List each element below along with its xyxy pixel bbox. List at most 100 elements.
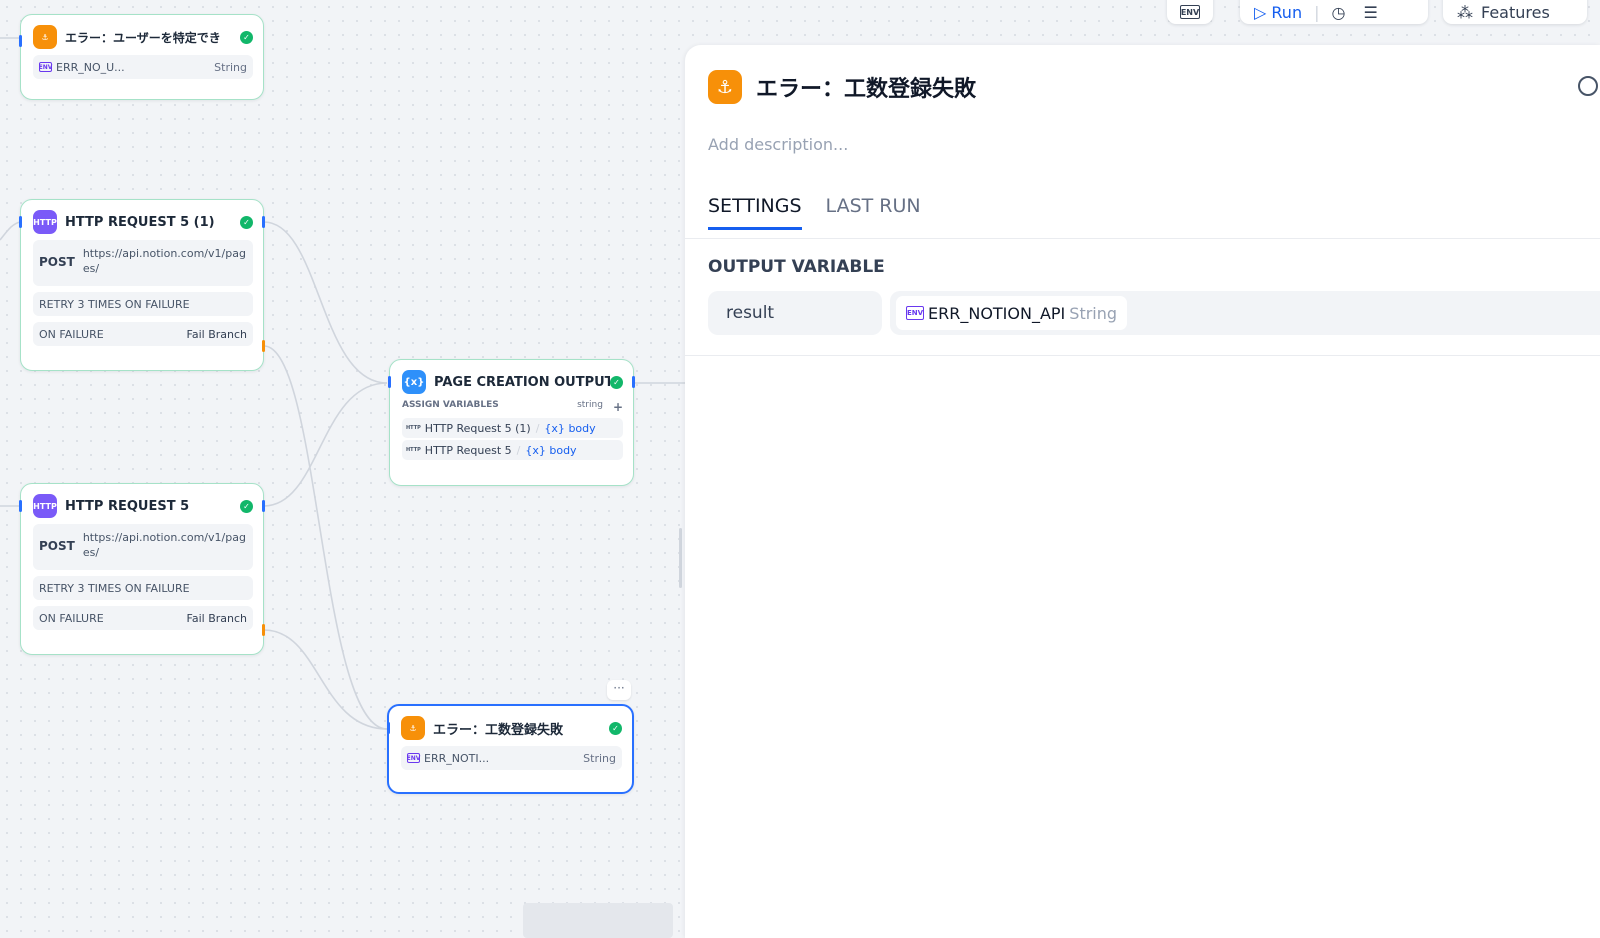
check-circle-icon: ✓ <box>240 30 253 44</box>
env-button[interactable]: ENV <box>1167 0 1213 24</box>
node-title: エラー：ユーザーを特定でき <box>65 30 221 45</box>
assign-item: HTTP HTTP Request 5 (1) / {x} body <box>402 418 623 438</box>
features-icon: ⁂ <box>1457 2 1473 22</box>
env-icon: ENV <box>406 753 421 763</box>
edge-http1-to-output <box>263 221 388 384</box>
http-method: POST <box>39 255 75 269</box>
node-settings-panel: ⚓ エラー：工数登録失敗 Add description... SETTINGS… <box>685 45 1600 938</box>
add-variable-button[interactable]: + <box>613 400 623 414</box>
http-node-icon: HTTP <box>406 447 421 453</box>
http-node-request-5-1[interactable]: HTTP HTTP REQUEST 5 (1) ✓ POST https://a… <box>19 199 265 371</box>
failure-value: Fail Branch <box>186 611 247 625</box>
check-circle-icon: ✓ <box>240 215 253 229</box>
input-port[interactable] <box>19 500 22 512</box>
output-port[interactable] <box>632 376 635 388</box>
env-icon: ENV <box>1179 5 1201 19</box>
run-button[interactable]: ▷ Run <box>1254 3 1302 22</box>
node-title: PAGE CREATION OUTPUT <box>434 374 610 390</box>
variable-type: String <box>1069 303 1118 323</box>
minimap[interactable] <box>523 903 673 938</box>
output-variable-name-field[interactable]: result <box>708 291 882 335</box>
variable-chip[interactable]: ENV ERR_NOTION_API String <box>896 296 1128 330</box>
input-port[interactable] <box>19 35 22 47</box>
assign-source: HTTP Request 5 (1) <box>424 421 531 435</box>
node-title: エラー：工数登録失敗 <box>433 722 564 738</box>
section-divider <box>685 355 1600 356</box>
env-icon: ENV <box>906 306 924 320</box>
tab-last-run[interactable]: LAST RUN <box>826 195 921 230</box>
answer-node-icon: ⚓ <box>708 70 742 104</box>
variable-name: ERR_NOTION_API <box>928 303 1066 323</box>
assign-variables-header: ASSIGN VARIABLES string + <box>402 400 623 414</box>
variable-ref: {x} body <box>544 421 596 435</box>
answer-node-icon: ⚓ <box>401 716 425 740</box>
output-variable-label: OUTPUT VARIABLE <box>708 257 885 277</box>
http-node-icon: HTTP <box>33 494 57 518</box>
panel-tabs: SETTINGS LAST RUN <box>708 195 945 230</box>
variable-name: ERR_NOTI... <box>424 751 490 765</box>
variable-name: ERR_NO_U... <box>56 60 125 74</box>
node-more-button[interactable]: ··· <box>607 680 631 700</box>
assign-variables-label: ASSIGN VARIABLES <box>402 400 499 410</box>
tabs-divider <box>685 238 1600 239</box>
request-row: POST https://api.notion.com/v1/pages/ <box>33 240 253 286</box>
retry-label: RETRY 3 TIMES ON FAILURE <box>39 297 190 311</box>
description-input[interactable]: Add description... <box>708 135 848 154</box>
locate-icon[interactable] <box>1578 76 1598 96</box>
answer-node-err-koushu[interactable]: ⚓ エラー：工数登録失敗 ✓ ENV ERR_NOTI... String <box>387 704 634 794</box>
edge-http1-fail-to-error <box>263 345 388 730</box>
failure-value: Fail Branch <box>186 327 247 341</box>
run-toolbar: ▷ Run | ◷ ☰ <box>1240 0 1428 24</box>
failure-row: ON FAILURE Fail Branch <box>33 606 253 630</box>
variable-name: body <box>568 421 596 435</box>
toolbar-divider: | <box>1314 2 1320 22</box>
variable-type: String <box>214 60 247 74</box>
http-node-request-5[interactable]: HTTP HTTP REQUEST 5 ✓ POST https://api.n… <box>19 483 265 655</box>
http-node-icon: HTTP <box>406 425 421 431</box>
history-icon[interactable]: ◷ <box>1331 3 1345 22</box>
variable-assigner-node-page-output[interactable]: {x} PAGE CREATION OUTPUT ✓ ASSIGN VARIAB… <box>388 359 635 486</box>
output-port[interactable] <box>262 216 265 228</box>
variable-name: body <box>549 443 577 457</box>
fail-branch-port[interactable] <box>262 340 265 352</box>
http-method: POST <box>39 539 75 553</box>
http-node-icon: HTTP <box>33 210 57 234</box>
variable-ref: {x} body <box>525 443 577 457</box>
divider: / <box>535 421 540 435</box>
answer-node-icon: ⚓ <box>33 25 57 49</box>
retry-label: RETRY 3 TIMES ON FAILURE <box>39 581 190 595</box>
variable-type: String <box>583 751 616 765</box>
failure-label: ON FAILURE <box>39 327 104 341</box>
tab-settings[interactable]: SETTINGS <box>708 195 802 230</box>
env-icon: ENV <box>38 62 53 72</box>
panel-resize-handle[interactable] <box>679 528 682 588</box>
node-title: HTTP REQUEST 5 <box>65 498 190 514</box>
edge-http2-to-output <box>263 382 388 507</box>
failure-row: ON FAILURE Fail Branch <box>33 322 253 346</box>
fail-branch-port[interactable] <box>262 624 265 636</box>
request-url: https://api.notion.com/v1/pages/ <box>82 247 246 275</box>
panel-title[interactable]: エラー：工数登録失敗 <box>756 71 976 103</box>
request-url: https://api.notion.com/v1/pages/ <box>82 531 246 559</box>
checklist-icon[interactable]: ☰ <box>1363 3 1377 22</box>
check-circle-icon: ✓ <box>240 499 253 513</box>
retry-row: RETRY 3 TIMES ON FAILURE <box>33 292 253 316</box>
features-button[interactable]: ⁂ Features <box>1443 0 1587 24</box>
assign-type: string <box>577 400 603 410</box>
divider: / <box>516 443 521 457</box>
output-port[interactable] <box>262 500 265 512</box>
check-circle-icon: ✓ <box>610 375 623 389</box>
panel-header: ⚓ エラー：工数登録失敗 <box>708 70 976 104</box>
input-port[interactable] <box>19 216 22 228</box>
input-port[interactable] <box>387 722 390 734</box>
input-port[interactable] <box>388 376 391 388</box>
variable-assigner-icon: {x} <box>402 370 426 394</box>
edge-in-http1 <box>0 221 21 241</box>
answer-node-err-user[interactable]: ⚓ エラー：ユーザーを特定でき ✓ ENV ERR_NO_U... String <box>19 14 264 100</box>
edge-http2-fail-to-error <box>263 629 388 730</box>
check-circle-icon: ✓ <box>609 721 622 735</box>
output-variable-value-field[interactable]: ENV ERR_NOTION_API String <box>890 291 1600 335</box>
assign-source: HTTP Request 5 <box>424 443 512 457</box>
node-title: HTTP REQUEST 5 (1) <box>65 214 215 230</box>
play-icon: ▷ <box>1254 2 1267 22</box>
